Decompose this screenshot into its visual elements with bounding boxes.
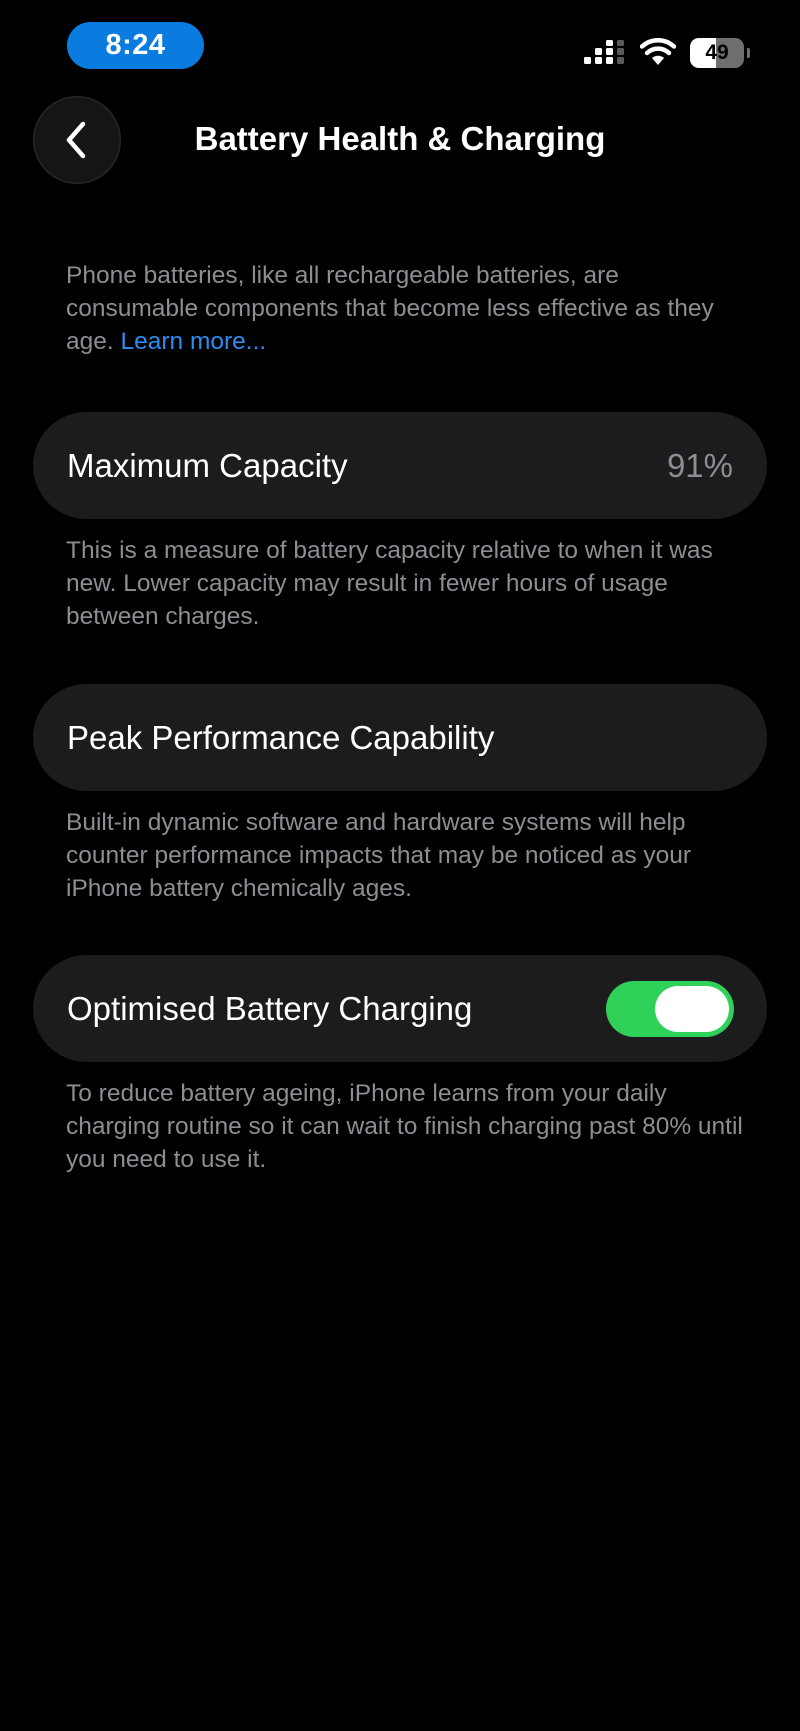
optimised-charging-label: Optimised Battery Charging <box>67 990 473 1027</box>
peak-performance-row[interactable]: Peak Performance Capability <box>33 684 767 791</box>
peak-performance-label: Peak Performance Capability <box>67 719 495 756</box>
maximum-capacity-value: 91% <box>666 447 733 484</box>
toggle-knob <box>655 986 729 1032</box>
status-bar: 8:24 49 <box>0 0 800 90</box>
intro-text: Phone batteries, like all rechargeable b… <box>66 259 746 358</box>
status-time[interactable]: 8:24 <box>67 22 204 69</box>
back-button[interactable] <box>33 96 121 184</box>
optimised-charging-row: Optimised Battery Charging <box>33 955 767 1062</box>
battery-icon: 49 <box>690 38 750 68</box>
maximum-capacity-label: Maximum Capacity <box>67 447 348 484</box>
chevron-left-icon <box>66 121 86 159</box>
maximum-capacity-footer: This is a measure of battery capacity re… <box>66 537 713 630</box>
learn-more-link[interactable]: Learn more... <box>121 328 267 355</box>
maximum-capacity-row: Maximum Capacity 91% <box>33 412 767 519</box>
wifi-icon <box>640 38 676 65</box>
battery-level: 49 <box>705 41 729 64</box>
page-title: Battery Health & Charging <box>194 120 606 157</box>
optimised-charging-toggle[interactable] <box>606 981 734 1037</box>
cellular-signal-icon <box>584 40 624 64</box>
optimised-charging-footer: To reduce battery ageing, iPhone learns … <box>66 1080 743 1173</box>
peak-performance-footer: Built-in dynamic software and hardware s… <box>66 809 692 902</box>
